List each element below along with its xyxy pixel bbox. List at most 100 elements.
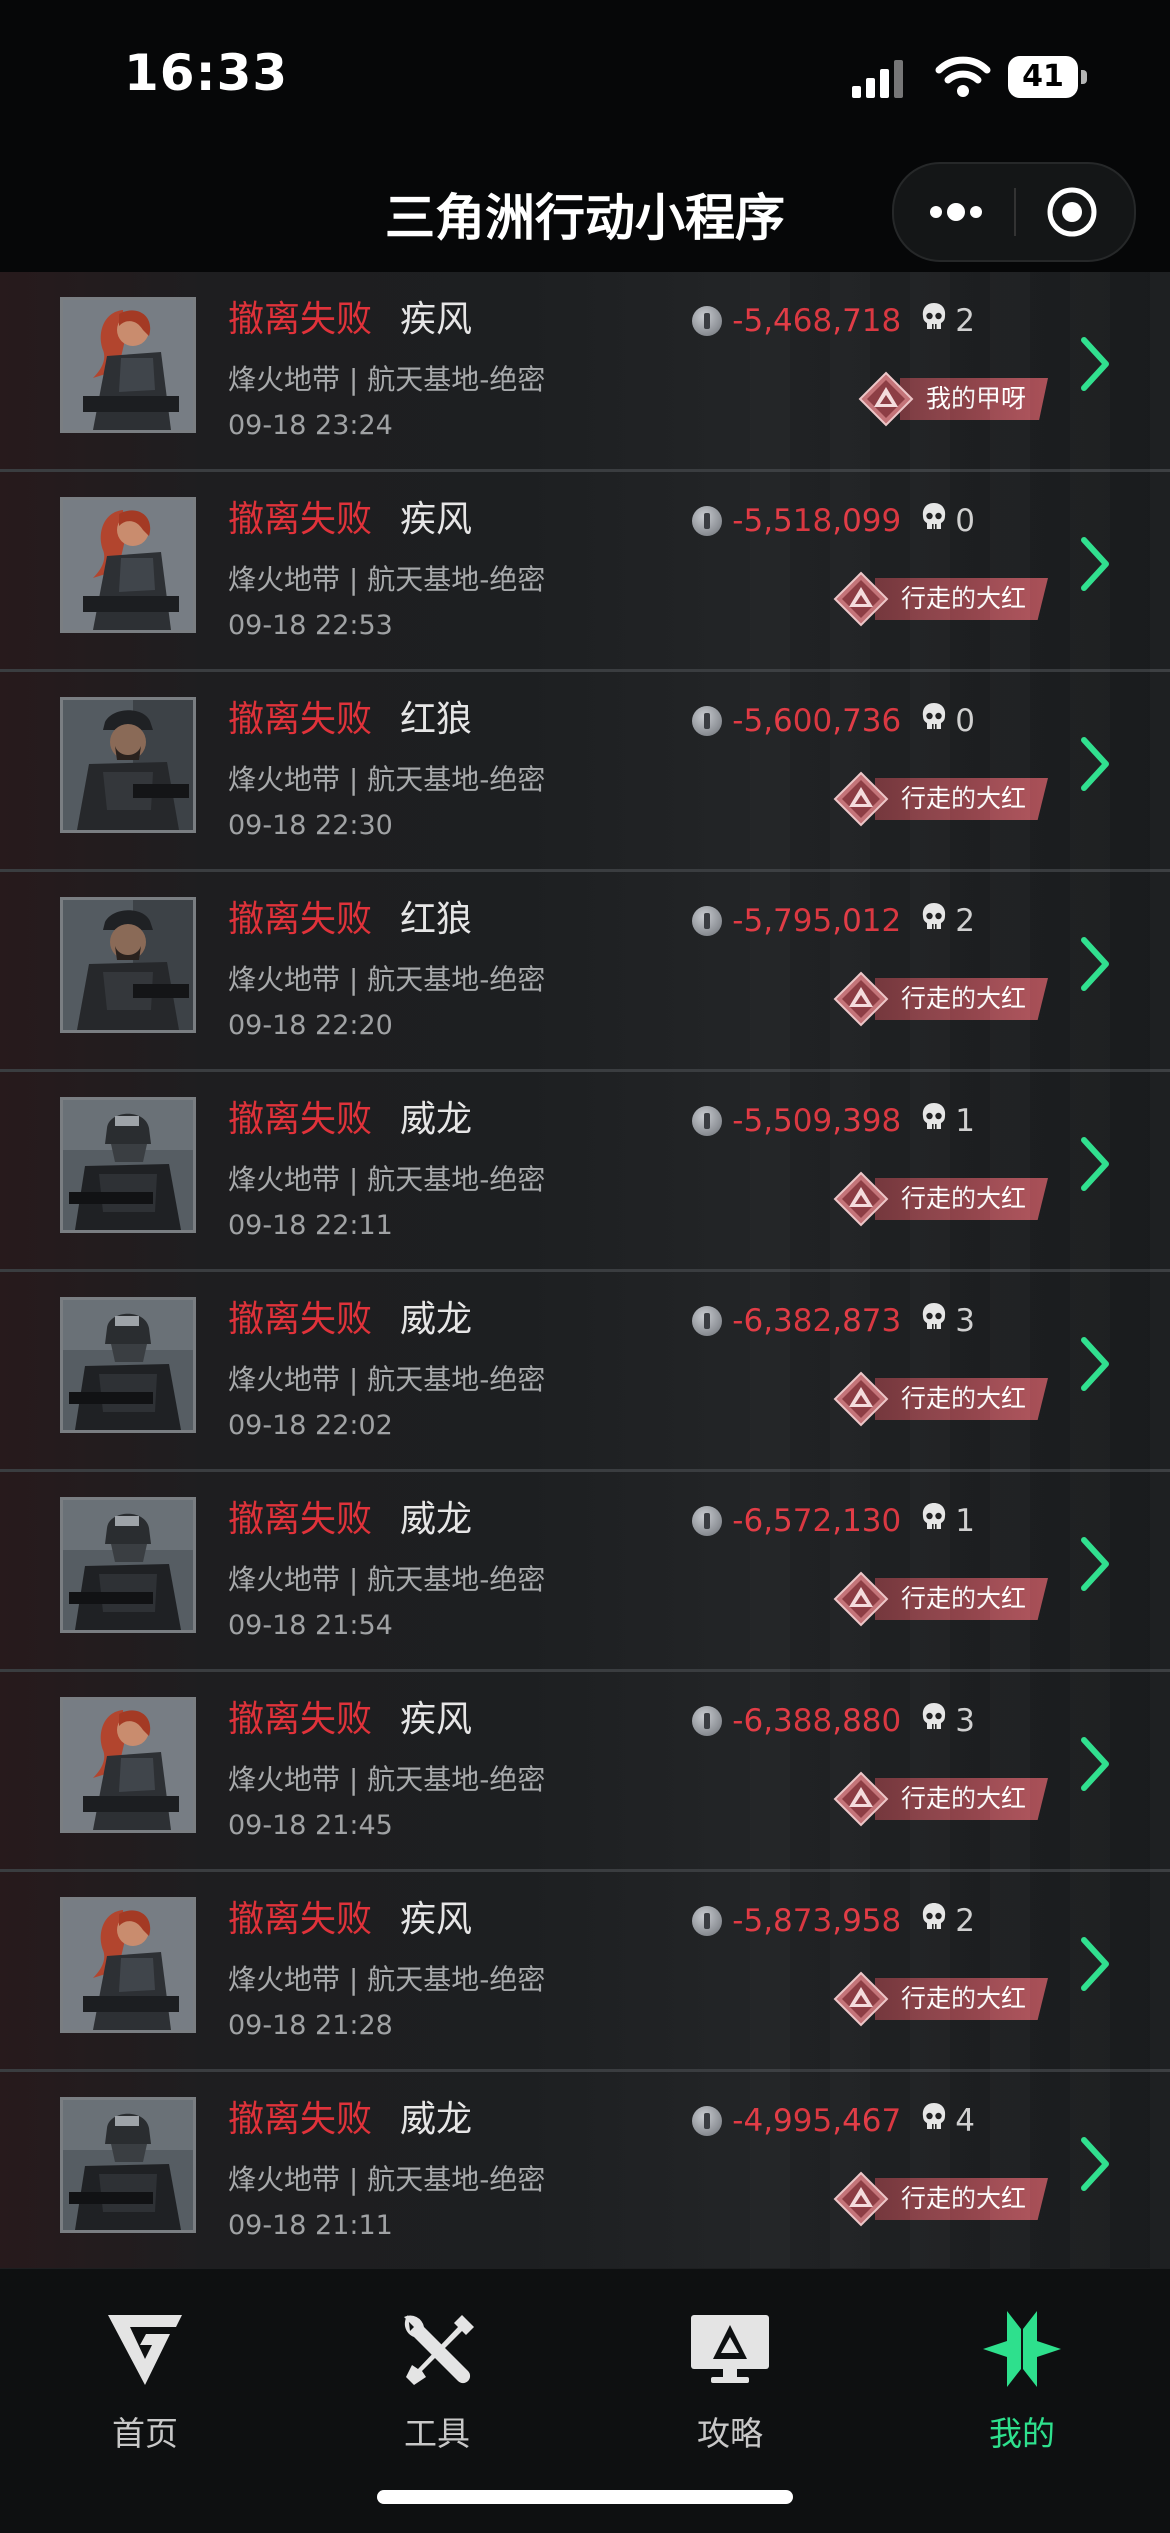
operator-avatar: [60, 1097, 196, 1233]
coin-icon: [692, 1706, 723, 1736]
badge-label: 我的甲呀: [899, 378, 1048, 420]
kill-number: 1: [955, 1103, 975, 1139]
tab-label: 我的: [989, 2414, 1055, 2453]
title-badge: 我的甲呀: [858, 371, 1048, 427]
operator-avatar: [60, 697, 196, 833]
tab-home[interactable]: 首页: [45, 2307, 245, 2455]
wifi-icon: [935, 56, 991, 97]
operator-name: 红狼: [400, 699, 473, 740]
chevron-right-icon: [1081, 1137, 1109, 1191]
extraction-result: 撤离失败: [228, 499, 373, 540]
value-change: -5,468,718 2: [692, 302, 975, 340]
match-record-row[interactable]: 撤离失败 疾风 烽火地带 | 航天基地-绝密 09-18 23:24 -5,468,71…: [0, 272, 1170, 472]
chevron-right-icon: [1081, 1737, 1109, 1791]
map-mode: 烽火地带 | 航天基地-绝密: [228, 563, 546, 596]
badge-emblem-icon: [833, 971, 889, 1027]
match-time: 09-18 22:30: [228, 810, 393, 841]
coin-icon: [692, 1906, 723, 1936]
operator-avatar: [60, 297, 196, 433]
map-mode: 烽火地带 | 航天基地-绝密: [228, 1963, 546, 1996]
match-time: 09-18 22:53: [228, 610, 393, 641]
match-record-row[interactable]: 撤离失败 疾风 烽火地带 | 航天基地-绝密 09-18 21:45 -6,388,88…: [0, 1672, 1170, 1872]
operator-name: 威龙: [400, 1099, 473, 1140]
operator-name: 威龙: [400, 1299, 473, 1340]
skull-icon: [921, 1702, 947, 1740]
tools-icon: [404, 2315, 474, 2385]
match-record-row[interactable]: 撤离失败 威龙 烽火地带 | 航天基地-绝密 09-18 22:11 -5,509,39…: [0, 1072, 1170, 1272]
badge-emblem-icon: [833, 571, 889, 627]
match-time: 09-18 21:45: [228, 1810, 393, 1841]
value-change: -5,600,736 0: [692, 702, 975, 740]
map-mode: 烽火地带 | 航天基地-绝密: [228, 1563, 546, 1596]
badge-label: 行走的大红: [874, 1578, 1048, 1620]
chevron-right-icon: [1081, 1937, 1109, 1991]
title-badge: 行走的大红: [833, 771, 1048, 827]
operator-name: 威龙: [400, 1499, 473, 1540]
kill-number: 2: [955, 303, 975, 339]
chevron-right-icon: [1081, 337, 1109, 391]
title-badge: 行走的大红: [833, 1171, 1048, 1227]
match-record-row[interactable]: 撤离失败 疾风 烽火地带 | 航天基地-绝密 09-18 22:53 -5,518,09…: [0, 472, 1170, 672]
title-badge: 行走的大红: [833, 1971, 1048, 2027]
battery-icon: 41: [1008, 56, 1088, 100]
title-badge: 行走的大红: [833, 1571, 1048, 1627]
value-change: -4,995,467 4: [692, 2102, 975, 2140]
title-badge: 行走的大红: [833, 2171, 1048, 2227]
tab-label: 攻略: [697, 2414, 763, 2453]
kill-number: 3: [955, 1303, 975, 1339]
operator-avatar: [60, 897, 196, 1033]
match-time: 09-18 22:11: [228, 1210, 393, 1241]
value-change: -5,795,012 2: [692, 902, 975, 940]
tab-guide[interactable]: 攻略: [630, 2307, 830, 2455]
match-record-row[interactable]: 撤离失败 红狼 烽火地带 | 航天基地-绝密 09-18 22:20 -5,795,01…: [0, 872, 1170, 1072]
map-mode: 烽火地带 | 航天基地-绝密: [228, 763, 546, 796]
battery-level: 41: [1008, 56, 1078, 98]
operator-avatar: [60, 1697, 196, 1833]
match-record-row[interactable]: 撤离失败 疾风 烽火地带 | 航天基地-绝密 09-18 21:28 -5,873,95…: [0, 1872, 1170, 2072]
badge-emblem-icon: [833, 1771, 889, 1827]
badge-label: 行走的大红: [874, 1978, 1048, 2020]
map-mode: 烽火地带 | 航天基地-绝密: [228, 1163, 546, 1196]
value-amount: -4,995,467: [732, 2103, 902, 2139]
match-record-row[interactable]: 撤离失败 威龙 烽火地带 | 航天基地-绝密 09-18 21:54 -6,572,13…: [0, 1472, 1170, 1672]
extraction-result: 撤离失败: [228, 699, 373, 740]
operator-avatar: [60, 2097, 196, 2233]
kill-count: 2: [921, 302, 975, 340]
kill-count: 3: [921, 1302, 975, 1340]
kill-number: 3: [955, 1703, 975, 1739]
badge-label: 行走的大红: [874, 778, 1048, 820]
value-amount: -5,600,736: [732, 703, 902, 739]
match-record-row[interactable]: 撤离失败 威龙 烽火地带 | 航天基地-绝密 09-18 22:02 -6,382,87…: [0, 1272, 1170, 1472]
close-miniprogram-icon[interactable]: [1016, 164, 1134, 260]
operator-name: 威龙: [400, 2099, 473, 2140]
value-amount: -5,509,398: [732, 1103, 902, 1139]
match-record-row[interactable]: 撤离失败 威龙 烽火地带 | 航天基地-绝密 09-18 21:11 -4,995,46…: [0, 2072, 1170, 2272]
match-record-row[interactable]: 撤离失败 红狼烽火地带 | 航天基地-绝密 09-18 22:30 -5,600,73…: [0, 672, 1170, 872]
match-time: 09-18 22:02: [228, 1410, 393, 1441]
chevron-right-icon: [1081, 2137, 1109, 2191]
operator-avatar: [60, 1297, 196, 1433]
more-options-icon[interactable]: [894, 164, 1014, 260]
tab-label: 首页: [112, 2414, 178, 2453]
kill-number: 2: [955, 903, 975, 939]
chevron-right-icon: [1081, 737, 1109, 791]
kill-count: 1: [921, 1102, 975, 1140]
value-change: -6,388,880 3: [692, 1702, 975, 1740]
status-time: 16:33: [124, 44, 289, 102]
tab-tools[interactable]: 工具: [337, 2307, 537, 2455]
match-time: 09-18 21:28: [228, 2010, 393, 2041]
app-header: 三角洲行动小程序: [0, 150, 1170, 272]
chevron-right-icon: [1081, 1337, 1109, 1391]
badge-label: 行走的大红: [874, 1778, 1048, 1820]
kill-number: 0: [955, 503, 975, 539]
map-mode: 烽火地带 | 航天基地-绝密: [228, 1363, 546, 1396]
value-amount: -6,572,130: [732, 1503, 902, 1539]
operator-name: 红狼: [400, 899, 473, 940]
value-change: -5,518,099 0: [692, 502, 975, 540]
badge-label: 行走的大红: [874, 578, 1048, 620]
tab-profile[interactable]: 我的: [922, 2307, 1122, 2455]
skull-icon: [921, 502, 947, 540]
coin-icon: [692, 2106, 723, 2136]
kill-count: 2: [921, 1902, 975, 1940]
value-amount: -5,518,099: [732, 503, 902, 539]
